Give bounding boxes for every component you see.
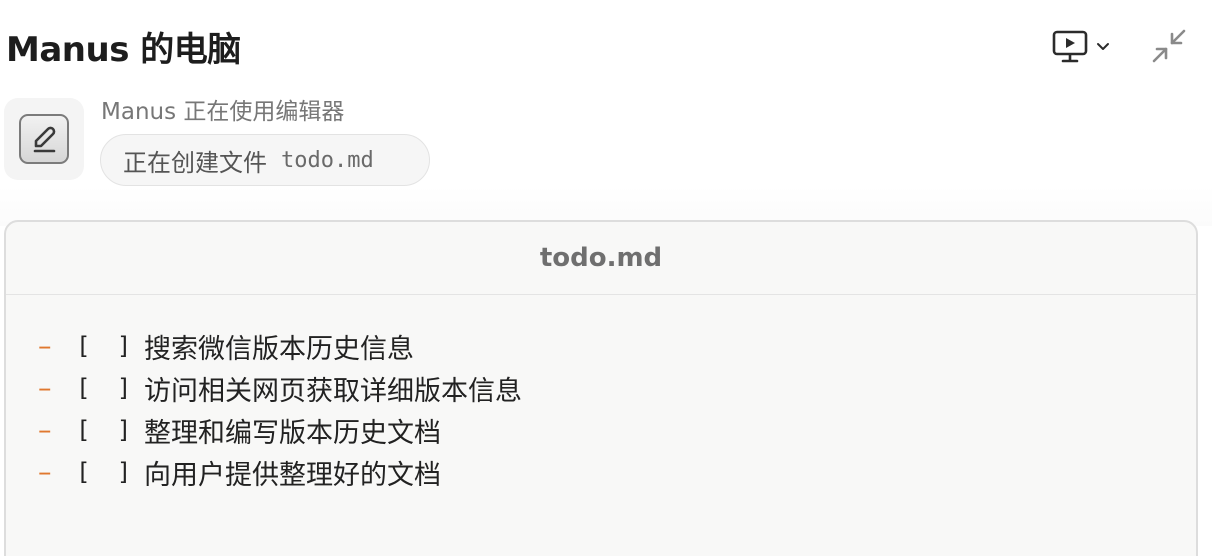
todo-text: 整理和编写版本历史文档 [144,417,441,449]
list-marker: – [38,456,52,488]
tool-status-text: Manus 正在使用编辑器 [101,99,345,125]
action-chip[interactable]: 正在创建文件 todo.md [100,134,430,186]
todo-item: – [ ] 搜索微信版本历史信息 [38,325,1196,367]
computer-panel: Manus 的电脑 Manus 正在使用编辑器 正在创建文件 todo.md t… [0,0,1212,556]
editor-content[interactable]: – [ ] 搜索微信版本历史信息 – [ ] 访问相关网页获取详细版本信息 – … [6,295,1196,493]
checkbox-marker: [ ] [76,374,138,402]
view-switch-button[interactable] [1050,26,1116,66]
panel-title: Manus 的电脑 [6,30,241,70]
minimize-button[interactable] [1146,24,1192,68]
todo-text: 搜索微信版本历史信息 [144,333,414,365]
checkbox-marker: [ ] [76,416,138,444]
list-marker: – [38,372,52,404]
list-marker: – [38,414,52,446]
file-editor: todo.md – [ ] 搜索微信版本历史信息 – [ ] 访问相关网页获取详… [4,220,1198,556]
minimize-arrows-icon [1149,26,1189,66]
edit-pencil-icon [18,113,70,165]
list-marker: – [38,330,52,362]
action-label: 正在创建文件 [123,148,267,177]
editor-tool-icon [4,98,84,180]
todo-item: – [ ] 整理和编写版本历史文档 [38,409,1196,451]
monitor-play-icon [1050,26,1090,66]
checkbox-marker: [ ] [76,458,138,486]
editor-filename: todo.md [6,222,1196,295]
todo-text: 访问相关网页获取详细版本信息 [144,375,522,407]
todo-item: – [ ] 访问相关网页获取详细版本信息 [38,367,1196,409]
todo-text: 向用户提供整理好的文档 [144,459,441,491]
checkbox-marker: [ ] [76,332,138,360]
chevron-down-icon [1094,37,1112,55]
todo-item: – [ ] 向用户提供整理好的文档 [38,451,1196,493]
action-filename: todo.md [281,147,374,173]
